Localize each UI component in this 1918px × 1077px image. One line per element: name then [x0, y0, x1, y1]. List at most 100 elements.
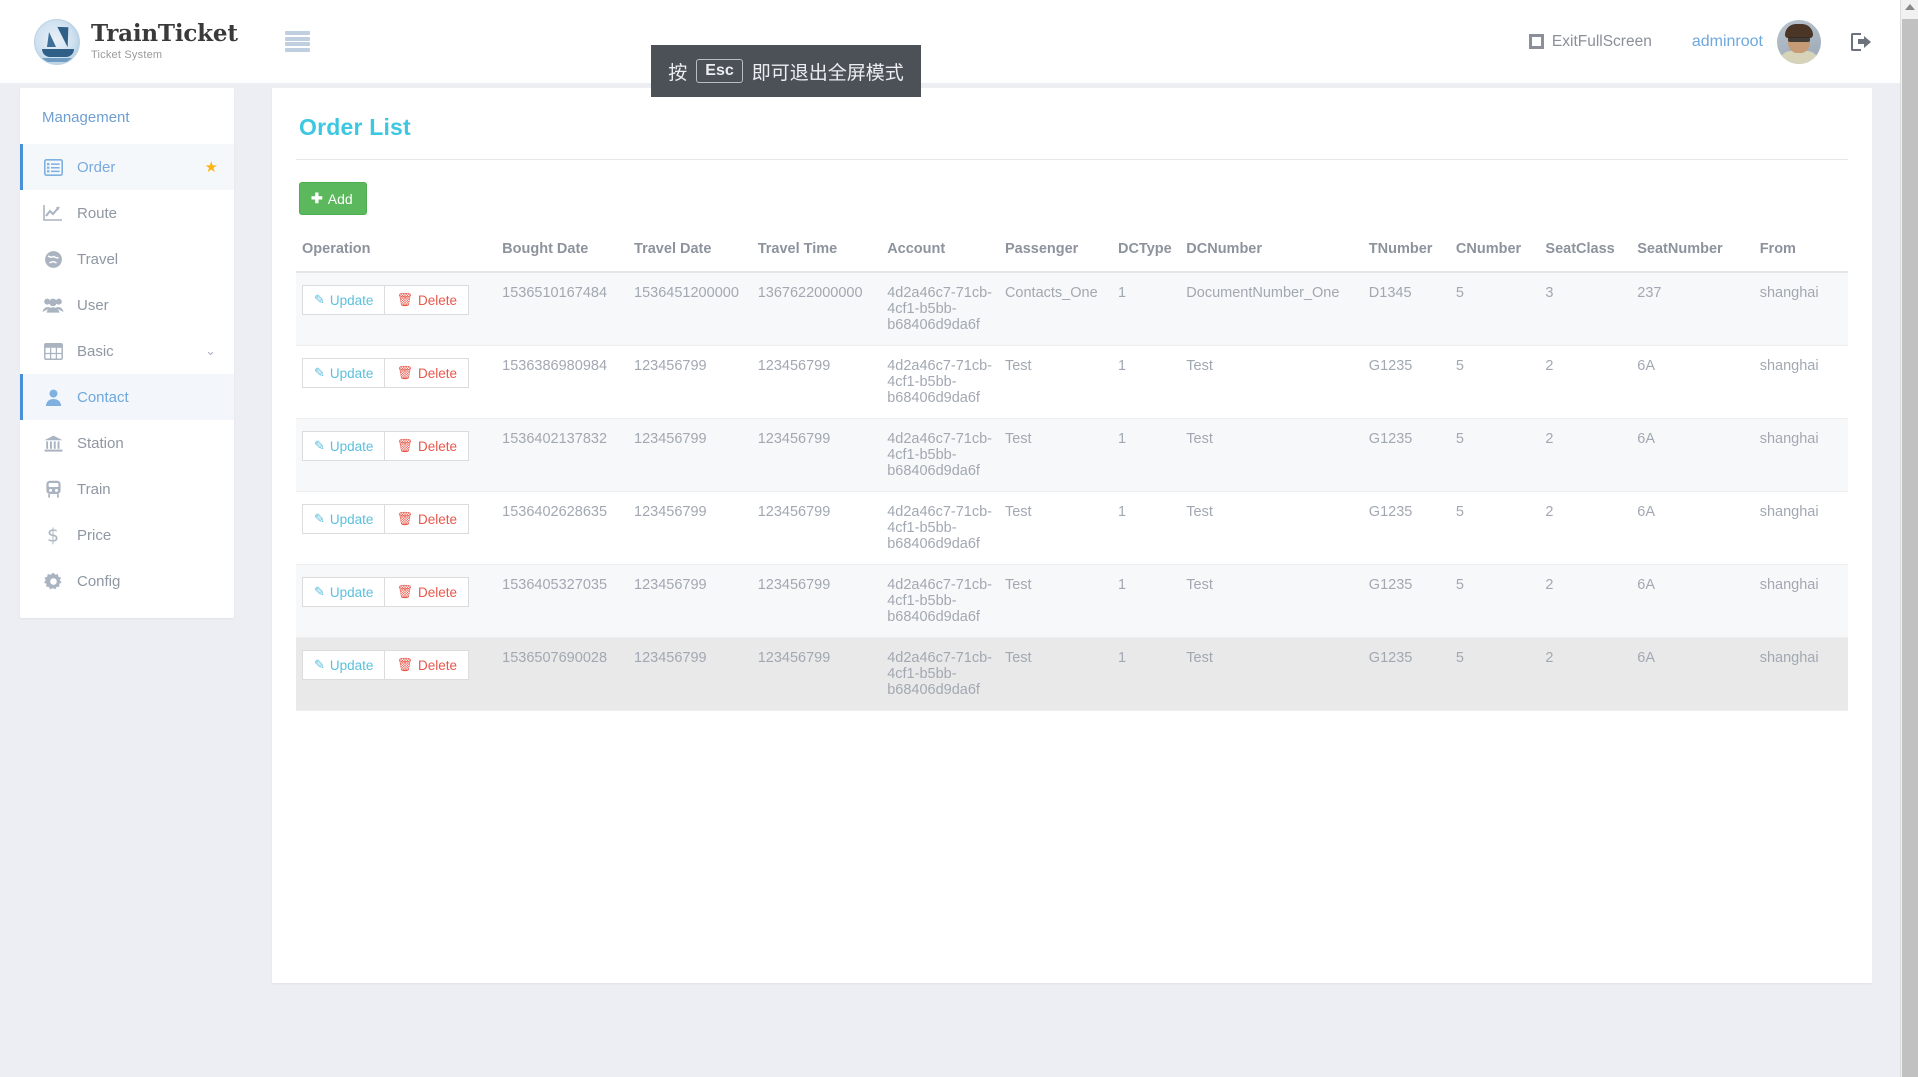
chart-line-icon [42, 203, 64, 223]
add-button-label: Add [327, 190, 353, 207]
page-scrollbar[interactable] [1900, 0, 1918, 1077]
delete-button[interactable]: 🗑 Delete [384, 358, 469, 388]
cell-bought-date: 1536510167484 [496, 272, 629, 346]
order-table: Operation Bought Date Travel Date Travel… [296, 233, 1848, 711]
sidebar-item-contact[interactable]: Contact [20, 374, 234, 420]
cell-bought-date: 1536507690028 [496, 637, 629, 711]
sidebar-item-basic[interactable]: Basic ⌄ [20, 328, 234, 374]
cell-travel-time: 123456799 [751, 564, 882, 638]
cell-tnumber: G1235 [1362, 564, 1450, 638]
cell-seatclass: 2 [1539, 491, 1632, 565]
table-header: Operation Bought Date Travel Date Travel… [296, 233, 1848, 273]
trash-icon: 🗑 [396, 292, 413, 307]
cell-operation: ✎ Update 🗑 Delete [296, 564, 497, 638]
cell-seatnumber: 6A [1631, 564, 1754, 638]
update-button[interactable]: ✎ Update [302, 504, 385, 534]
delete-button[interactable]: 🗑 Delete [384, 650, 469, 680]
username-link[interactable]: adminroot [1692, 33, 1763, 51]
list-table-icon [42, 157, 64, 177]
sidebar-item-config[interactable]: Config [20, 558, 234, 604]
cell-dcnumber: Test [1180, 564, 1363, 638]
sidebar-item-train[interactable]: Train [20, 466, 234, 512]
cell-cnumber: 5 [1449, 272, 1540, 346]
exit-fullscreen-button[interactable]: ExitFullScreen [1528, 33, 1652, 51]
column-header-dcnumber: DCNumber [1180, 233, 1363, 273]
fullscreen-hint-toast: 按 Esc 即可退出全屏模式 [651, 45, 921, 97]
page-title: Order List [299, 114, 411, 140]
cell-dctype: 1 [1111, 345, 1181, 419]
cell-cnumber: 5 [1449, 491, 1540, 565]
sidebar-item-order[interactable]: Order ★ [20, 144, 234, 190]
scrollbar-thumb[interactable] [1902, 19, 1918, 1077]
cell-seatnumber: 237 [1631, 272, 1754, 346]
cell-seatclass: 2 [1539, 345, 1632, 419]
cell-travel-time: 123456799 [751, 637, 882, 711]
table-body: ✎ Update 🗑 Delete 1536510167484 1536451200000… [296, 272, 1848, 711]
cell-dctype: 1 [1111, 637, 1181, 711]
column-header-dctype: DCType [1111, 233, 1181, 273]
cell-tnumber: G1235 [1362, 345, 1450, 419]
cell-dcnumber: Test [1180, 345, 1363, 419]
trash-icon: 🗑 [396, 365, 413, 380]
column-header-account: Account [881, 233, 999, 273]
table-header-row: Operation Bought Date Travel Date Travel… [296, 233, 1848, 273]
update-button[interactable]: ✎ Update [302, 285, 385, 315]
row-action-group: ✎ Update 🗑 Delete [302, 504, 469, 534]
sidebar-item-user[interactable]: User [20, 282, 234, 328]
table-row[interactable]: ✎ Update 🗑 Delete 1536510167484 1536451200000… [296, 272, 1848, 346]
column-header-tnumber: TNumber [1362, 233, 1450, 273]
table-row[interactable]: ✎ Update 🗑 Delete 1536402137832 123456799 1234… [296, 418, 1848, 492]
sidebar-item-label: Price [77, 526, 112, 544]
cell-seatnumber: 6A [1631, 491, 1754, 565]
update-button[interactable]: ✎ Update [302, 577, 385, 607]
delete-button[interactable]: 🗑 Delete [384, 285, 469, 315]
user-avatar[interactable] [1777, 19, 1821, 64]
delete-button-label: Delete [417, 292, 457, 308]
table-row[interactable]: ✎ Update 🗑 Delete 1536386980984 123456799 1234… [296, 345, 1848, 419]
table-row[interactable]: ✎ Update 🗑 Delete 1536507690028 123456799 1234… [296, 637, 1848, 711]
sidebar-item-route[interactable]: Route [20, 190, 234, 236]
trash-icon: 🗑 [396, 438, 413, 453]
cell-operation: ✎ Update 🗑 Delete [296, 491, 497, 565]
sidebar-item-label: Station [77, 434, 124, 452]
column-header-bought-date: Bought Date [496, 233, 629, 273]
sidebar-item-label: User [77, 296, 109, 314]
users-icon [42, 295, 64, 315]
app-root: TrainTicket Ticket System ExitFullScreen… [0, 0, 1918, 1077]
trash-icon: 🗑 [396, 511, 413, 526]
update-button[interactable]: ✎ Update [302, 431, 385, 461]
delete-button-label: Delete [417, 511, 457, 527]
row-action-group: ✎ Update 🗑 Delete [302, 577, 469, 607]
update-button-label: Update [329, 438, 374, 454]
right-gutter [1872, 0, 1900, 1077]
delete-button[interactable]: 🗑 Delete [384, 431, 469, 461]
cell-account: 4d2a46c7-71cb-4cf1-b5bb-b68406d9da6f [881, 637, 999, 711]
cell-from: shanghai [1753, 637, 1848, 711]
add-button[interactable]: ✚ Add [299, 182, 367, 215]
cell-operation: ✎ Update 🗑 Delete [296, 418, 497, 492]
brand-subtitle: Ticket System [91, 48, 163, 61]
delete-button[interactable]: 🗑 Delete [384, 577, 469, 607]
star-icon[interactable]: ★ [205, 158, 218, 176]
title-divider [296, 159, 1848, 160]
hamburger-menu-icon[interactable] [284, 31, 310, 52]
cell-travel-date: 123456799 [628, 637, 752, 711]
sidebar-item-price[interactable]: $ Price [20, 512, 234, 558]
table-row[interactable]: ✎ Update 🗑 Delete 1536402628635 123456799 1234… [296, 491, 1848, 565]
update-button[interactable]: ✎ Update [302, 650, 385, 680]
brand-logo[interactable]: TrainTicket Ticket System [34, 18, 238, 65]
chevron-down-icon[interactable]: ⌄ [205, 343, 216, 359]
sidebar-item-travel[interactable]: Travel [20, 236, 234, 282]
svg-text:$: $ [47, 525, 59, 545]
cell-dcnumber: Test [1180, 491, 1363, 565]
cell-from: shanghai [1753, 564, 1848, 638]
logout-icon[interactable] [1851, 32, 1871, 51]
delete-button-label: Delete [417, 365, 457, 381]
pencil-square-icon: ✎ [314, 438, 325, 453]
update-button[interactable]: ✎ Update [302, 358, 385, 388]
table-row[interactable]: ✎ Update 🗑 Delete 1536405327035 123456799 1234… [296, 564, 1848, 638]
scroll-up-arrow-icon[interactable] [1905, 4, 1915, 10]
sailboat-logo-icon [34, 18, 80, 65]
sidebar-item-station[interactable]: Station [20, 420, 234, 466]
delete-button[interactable]: 🗑 Delete [384, 504, 469, 534]
